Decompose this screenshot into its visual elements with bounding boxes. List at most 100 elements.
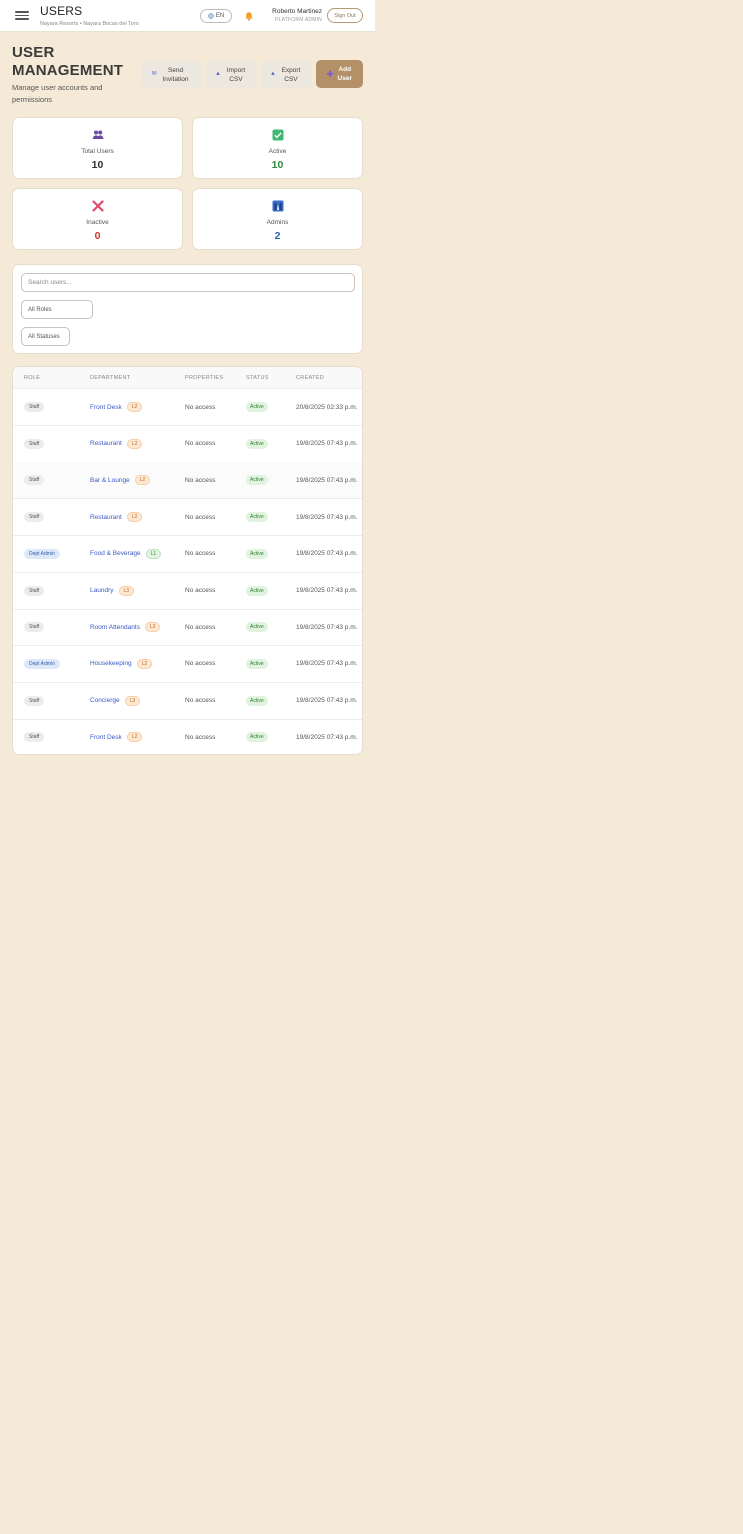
language-button[interactable]: EN bbox=[200, 9, 232, 23]
mail-icon: ✉ bbox=[151, 71, 157, 77]
status-badge: Active bbox=[246, 548, 268, 559]
status-badge: Active bbox=[246, 658, 268, 669]
column-header-properties[interactable]: PROPERTIES bbox=[185, 375, 223, 381]
role-badge: Staff bbox=[24, 475, 45, 486]
download-icon: ▲ bbox=[270, 71, 276, 77]
import-csv-button[interactable]: ▲ Import CSV bbox=[206, 61, 257, 88]
role-badge: Staff bbox=[24, 438, 45, 449]
level-badge: L2 bbox=[136, 658, 153, 669]
properties-cell: No access bbox=[185, 660, 216, 668]
department-link[interactable]: Room Attendants bbox=[90, 624, 140, 631]
stat-card-total-users: Total Users 10 bbox=[12, 117, 183, 179]
users-icon bbox=[92, 130, 103, 139]
created-cell: 19/8/2025 07:43 p.m. bbox=[296, 440, 358, 448]
department-link[interactable]: Restaurant bbox=[90, 514, 122, 521]
properties-cell: No access bbox=[185, 550, 216, 558]
department-cell: Laundry L3 bbox=[90, 573, 135, 609]
column-header-created[interactable]: CREATED bbox=[296, 375, 324, 381]
stat-card-inactive: Inactive 0 bbox=[12, 188, 183, 250]
top-bar: USERS Nayara Resorts • Nayara Bocas del … bbox=[0, 0, 375, 32]
stat-label: Inactive bbox=[86, 219, 109, 226]
properties-cell: No access bbox=[185, 403, 216, 411]
role-cell: Staff bbox=[24, 389, 45, 425]
department-link[interactable]: Laundry bbox=[90, 587, 114, 594]
created-cell: 19/8/2025 07:43 p.m. bbox=[296, 660, 358, 668]
role-cell: Dept Admin bbox=[24, 646, 60, 682]
column-header-department[interactable]: DEPARTMENT bbox=[90, 375, 130, 381]
department-link[interactable]: Concierge bbox=[90, 697, 120, 704]
table-header: ROLE DEPARTMENT PROPERTIES STATUS CREATE… bbox=[13, 367, 362, 389]
department-link[interactable]: Food & Beverage bbox=[90, 550, 141, 557]
globe-icon bbox=[208, 13, 214, 19]
table-row[interactable]: Staff Front Desk L2 No access Active 19/8/202… bbox=[13, 719, 362, 754]
role-cell: Staff bbox=[24, 719, 45, 754]
language-label: EN bbox=[215, 13, 225, 19]
stat-label: Total Users bbox=[81, 148, 114, 155]
upload-icon: ▲ bbox=[215, 71, 221, 77]
level-badge: L2 bbox=[126, 438, 143, 449]
stat-value: 0 bbox=[94, 230, 101, 242]
add-user-button[interactable]: ✚ Add User bbox=[316, 60, 363, 88]
app-subtitle: Nayara Resorts • Nayara Bocas del Toro bbox=[40, 21, 139, 27]
table-row[interactable]: Staff Front Desk L2 No access Active 20/8/202… bbox=[13, 389, 362, 426]
role-cell: Dept Admin bbox=[24, 536, 60, 572]
properties-cell: No access bbox=[185, 440, 216, 448]
table-row[interactable]: Dept Admin Food & Beverage L1 No access Acti… bbox=[13, 536, 362, 573]
export-csv-button[interactable]: ▲ Export CSV bbox=[261, 61, 312, 88]
search-input[interactable] bbox=[21, 273, 355, 292]
department-link[interactable]: Bar & Lounge bbox=[90, 477, 130, 484]
table-row[interactable]: Staff Restaurant L2 No access Active 19/8/202… bbox=[13, 426, 362, 463]
department-link[interactable]: Restaurant bbox=[90, 440, 122, 447]
department-link[interactable]: Front Desk bbox=[90, 404, 122, 411]
send-invitation-label: Send Invitation bbox=[162, 66, 189, 83]
created-cell: 19/8/2025 07:43 p.m. bbox=[296, 587, 358, 594]
table-row[interactable]: Dept Admin Housekeeping L2 No access Active 1… bbox=[13, 646, 362, 683]
level-badge: L2 bbox=[126, 402, 143, 412]
status-badge: Active bbox=[246, 438, 268, 449]
sign-out-button[interactable]: Sign Out bbox=[327, 8, 363, 23]
role-cell: Staff bbox=[24, 609, 45, 645]
stat-value: 10 bbox=[91, 159, 104, 171]
status-badge: Active bbox=[246, 512, 268, 523]
level-badge: L2 bbox=[126, 732, 143, 743]
department-cell: Front Desk L2 bbox=[90, 389, 143, 425]
status-cell: Active bbox=[246, 646, 268, 682]
status-badge: Active bbox=[246, 732, 268, 743]
department-cell: Housekeeping L2 bbox=[90, 646, 153, 682]
role-badge: Staff bbox=[24, 622, 45, 633]
users-table: ROLE DEPARTMENT PROPERTIES STATUS CREATE… bbox=[12, 366, 363, 755]
department-cell: Food & Beverage L1 bbox=[90, 536, 162, 572]
table-row[interactable]: Staff Room Attendants L3 No access Active 19/… bbox=[13, 609, 362, 647]
filters-panel: All Roles All Statuses bbox=[12, 264, 363, 354]
status-badge: Active bbox=[246, 695, 268, 706]
role-badge: Staff bbox=[24, 585, 45, 596]
role-badge: Staff bbox=[24, 695, 45, 706]
send-invitation-button[interactable]: ✉ Send Invitation bbox=[141, 61, 202, 88]
check-box-icon bbox=[272, 129, 283, 141]
properties-cell: No access bbox=[185, 697, 216, 705]
level-badge: L3 bbox=[144, 622, 161, 633]
role-badge: Staff bbox=[24, 402, 45, 412]
roles-filter-select[interactable]: All Roles bbox=[21, 300, 93, 319]
hamburger-menu-icon[interactable] bbox=[15, 9, 29, 23]
table-row[interactable]: Staff Concierge L3 No access Active 19/8/2025… bbox=[13, 683, 362, 720]
column-header-status[interactable]: STATUS bbox=[246, 375, 269, 381]
table-row[interactable]: Staff Restaurant L2 No access Active 19/8/202… bbox=[13, 499, 362, 537]
properties-cell: No access bbox=[185, 513, 216, 521]
role-badge: Dept Admin bbox=[24, 548, 60, 559]
role-badge: Staff bbox=[24, 732, 45, 743]
table-row[interactable]: Staff Bar & Lounge L2 No access Active 19/8/2… bbox=[13, 462, 362, 500]
stat-label: Admins bbox=[266, 219, 289, 226]
notification-bell-icon[interactable] bbox=[244, 11, 254, 21]
user-name: Roberto Martinez bbox=[272, 8, 322, 15]
status-filter-select[interactable]: All Statuses bbox=[21, 327, 70, 346]
properties-cell: No access bbox=[185, 623, 216, 631]
status-badge: Active bbox=[246, 622, 268, 633]
table-row[interactable]: Staff Laundry L3 No access Active 19/8/2025 0… bbox=[13, 573, 362, 610]
column-header-role[interactable]: ROLE bbox=[24, 375, 40, 381]
plus-icon: ✚ bbox=[326, 68, 334, 79]
status-badge: Active bbox=[246, 402, 268, 412]
department-link[interactable]: Housekeeping bbox=[90, 660, 132, 667]
department-link[interactable]: Front Desk bbox=[90, 734, 122, 741]
status-cell: Active bbox=[246, 573, 268, 609]
